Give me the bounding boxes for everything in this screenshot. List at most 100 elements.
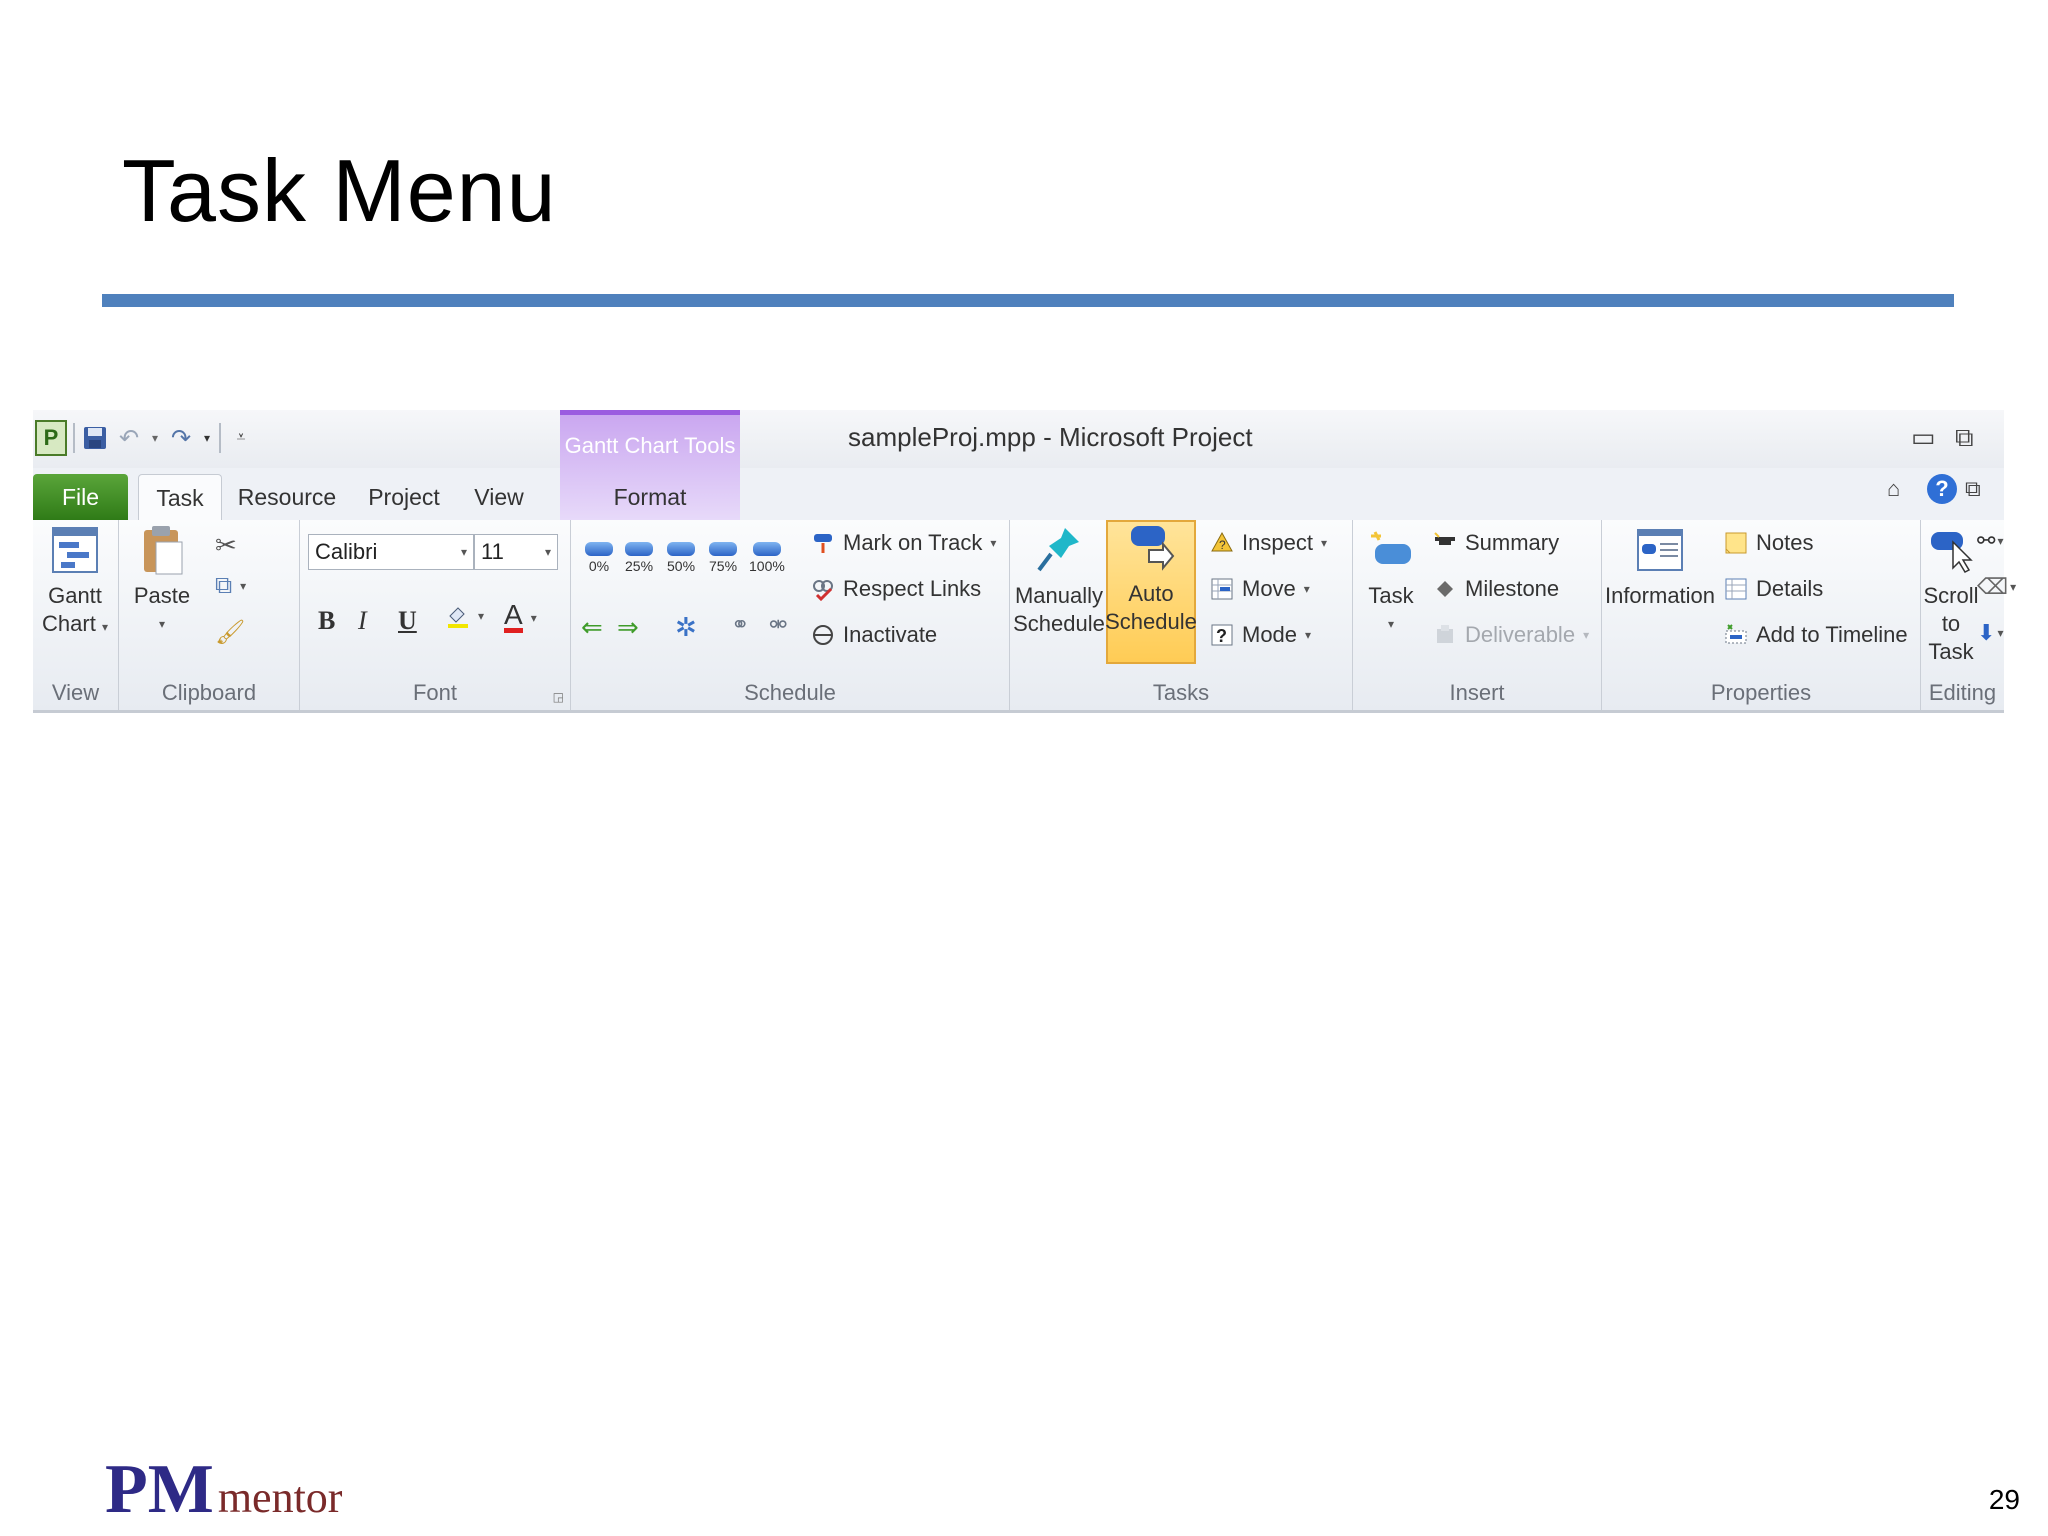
insert-task-button[interactable]: Task ▾: [1359, 524, 1423, 638]
ribbon: P ↶ ▾ ↷ ▾ ⩡ Gantt Chart Tools sampleProj…: [33, 410, 2016, 713]
milestone-button[interactable]: Milestone: [1433, 576, 1559, 602]
manually-schedule-button[interactable]: Manually Schedule: [1013, 524, 1105, 638]
notes-label: Notes: [1756, 530, 1814, 555]
bar-icon: [625, 542, 654, 556]
fill-button[interactable]: ⬇ ▾: [1977, 620, 2003, 646]
percent-complete-50[interactable]: 50%: [667, 542, 695, 574]
font-size-select[interactable]: 11 ▾: [474, 534, 558, 570]
tab-file[interactable]: File: [33, 474, 128, 520]
bold-button[interactable]: B: [318, 606, 335, 636]
outdent-button[interactable]: ⇐: [581, 612, 603, 643]
manually-label-1: Manually: [1014, 583, 1104, 608]
underline-button[interactable]: U: [398, 606, 417, 636]
find-button[interactable]: ⚯ ▾: [1977, 528, 2003, 554]
group-view: Gantt Chart ▾ View: [33, 520, 119, 710]
mark-on-track-button[interactable]: Mark on Track ▾: [811, 530, 996, 556]
percent-label: 50%: [667, 558, 696, 574]
scroll-to-task-button[interactable]: Scroll to Task: [1921, 524, 1981, 666]
summary-icon: [1434, 532, 1455, 545]
redo-dropdown-icon[interactable]: ▾: [201, 423, 213, 453]
logo-mentor-text: mentor: [217, 1473, 343, 1522]
tab-task[interactable]: Task: [138, 474, 222, 521]
chevron-down-icon: ▾: [1387, 617, 1395, 631]
chevron-down-icon: ▾: [478, 609, 485, 623]
tab-resource[interactable]: Resource: [237, 474, 337, 520]
details-button[interactable]: Details: [1724, 576, 1823, 602]
deliverable-button: Deliverable ▾: [1433, 622, 1589, 648]
font-size-value: 11: [481, 539, 504, 564]
link-tasks-button[interactable]: ⚭: [731, 612, 749, 638]
ribbon-tabs: File Task Resource Project View Format ⌂…: [33, 468, 2004, 521]
save-icon[interactable]: [81, 423, 109, 453]
information-icon: [1637, 529, 1683, 571]
percent-complete-0[interactable]: 0%: [585, 542, 613, 574]
undo-icon[interactable]: ↶: [115, 423, 143, 453]
percent-complete-75[interactable]: 75%: [709, 542, 737, 574]
unlink-icon: ⚮: [769, 612, 788, 637]
fill-down-icon: ⬇: [1977, 620, 1996, 645]
minimize-icon[interactable]: ▭: [1911, 422, 1936, 453]
insert-task-icon: [1371, 531, 1411, 564]
help-icon[interactable]: ?: [1927, 474, 1957, 504]
unlink-tasks-button[interactable]: ⚮: [769, 612, 787, 638]
percent-complete-25[interactable]: 25%: [625, 542, 653, 574]
chevron-down-icon: ▾: [158, 617, 166, 631]
customize-qat-icon[interactable]: ⩡: [227, 423, 255, 453]
inspect-button[interactable]: ? Inspect ▾: [1210, 530, 1327, 556]
redo-icon[interactable]: ↷: [167, 423, 195, 453]
respect-links-button[interactable]: Respect Links: [811, 576, 981, 602]
inspect-icon: ?: [1211, 531, 1233, 552]
indent-icon: ⇒: [617, 612, 639, 642]
mode-icon: ?: [1211, 624, 1233, 646]
bar-icon: [709, 542, 738, 556]
undo-dropdown-icon[interactable]: ▾: [149, 423, 161, 453]
summary-button[interactable]: Summary: [1433, 530, 1559, 556]
pushpin-icon: [1037, 528, 1079, 572]
percent-label: 25%: [625, 558, 654, 574]
paste-button[interactable]: Paste ▾: [129, 524, 195, 638]
notes-button[interactable]: Notes: [1724, 530, 1813, 556]
tab-view[interactable]: View: [469, 474, 529, 520]
gantt-chart-button[interactable]: Gantt Chart ▾: [37, 524, 113, 641]
mode-button[interactable]: ? Mode ▾: [1210, 622, 1311, 648]
dialog-launcher-icon[interactable]: ◲: [553, 690, 564, 704]
group-label-properties: Properties: [1710, 680, 1812, 705]
copy-button[interactable]: ⧉ ▾: [215, 572, 246, 600]
clear-button[interactable]: ⌫ ▾: [1977, 574, 2016, 600]
auto-schedule-icon: [1131, 526, 1175, 571]
group-label-schedule: Schedule: [744, 680, 836, 705]
restore-icon[interactable]: ⧉: [1955, 422, 1974, 454]
tab-format[interactable]: Format: [560, 474, 740, 520]
gantt-label-2: Chart: [42, 611, 96, 636]
move-button[interactable]: Move ▾: [1210, 576, 1310, 602]
percent-complete-100[interactable]: 100%: [749, 542, 785, 574]
gantt-chart-icon: [52, 527, 98, 573]
qat-separator: [73, 423, 75, 453]
mark-on-track-icon: [814, 534, 832, 553]
add-to-timeline-button[interactable]: Add to Timeline: [1724, 622, 1908, 648]
font-name-select[interactable]: Calibri ▾: [308, 534, 474, 570]
svg-text:?: ?: [1219, 538, 1226, 552]
indent-button[interactable]: ⇒: [617, 612, 639, 643]
chevron-down-icon: ▾: [101, 620, 108, 634]
project-app-icon[interactable]: P: [35, 420, 67, 456]
tab-project[interactable]: Project: [363, 474, 445, 520]
auto-schedule-button[interactable]: Auto Schedule: [1105, 520, 1197, 664]
inactivate-button[interactable]: Inactivate: [811, 622, 937, 648]
cut-button[interactable]: ✂: [215, 530, 237, 561]
format-painter-button[interactable]: 🖌: [215, 618, 245, 647]
information-button[interactable]: Information: [1605, 524, 1715, 610]
split-task-button[interactable]: ✲: [675, 612, 697, 643]
restore-window-icon[interactable]: ⧉: [1965, 476, 1981, 502]
italic-button[interactable]: I: [358, 606, 367, 636]
minimize-ribbon-icon[interactable]: ⌂: [1887, 476, 1900, 502]
chevron-down-icon: ▾: [1583, 628, 1590, 642]
paste-icon: [144, 526, 183, 575]
chevron-down-icon: ▾: [2010, 580, 2017, 594]
svg-text:?: ?: [1216, 626, 1227, 646]
font-color-button[interactable]: A ▾: [504, 601, 537, 633]
title-bar: P ↶ ▾ ↷ ▾ ⩡ Gantt Chart Tools sampleProj…: [33, 410, 2004, 523]
link-icon: ⚭: [731, 612, 750, 637]
logo-pm-text: PM: [105, 1451, 214, 1528]
fill-color-button[interactable]: ▾: [446, 604, 484, 628]
